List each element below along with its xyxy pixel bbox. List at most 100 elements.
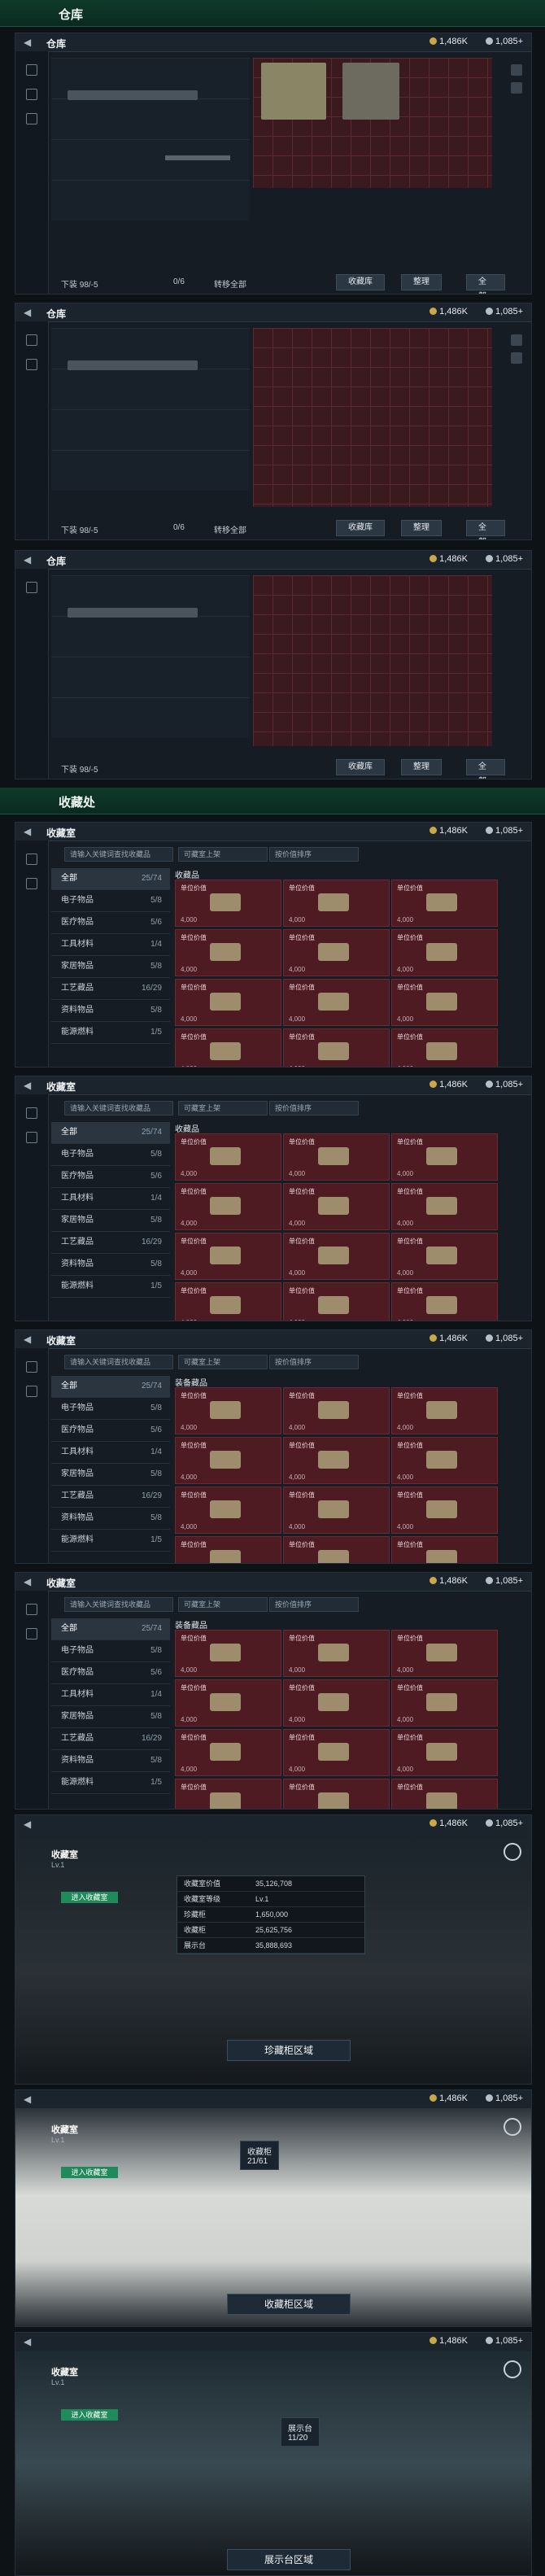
collectible-cell[interactable]: 单位价值4,000	[175, 1233, 281, 1280]
collectible-cell[interactable]: 单位价值4,000	[283, 1779, 390, 1809]
area-button[interactable]: 收藏柜区域	[227, 2294, 351, 2315]
collectible-cell[interactable]: 单位价值4,000	[283, 1679, 390, 1727]
sort-button[interactable]: 整理	[401, 759, 442, 775]
category-item[interactable]: 医疗物品 5/6	[51, 912, 170, 934]
armor-icon[interactable]	[261, 63, 326, 120]
collectible-cell[interactable]: 单位价值4,000	[391, 1133, 498, 1181]
collection-tab-icon[interactable]	[26, 1361, 37, 1373]
all-button[interactable]: 全部	[466, 274, 505, 294]
category-item[interactable]: 能源燃料 1/5	[51, 1530, 170, 1552]
pistol-icon[interactable]	[165, 155, 230, 160]
all-button[interactable]: 全部	[466, 759, 505, 779]
filter-select[interactable]: 可藏室上架	[178, 1355, 268, 1369]
category-item[interactable]: 医疗物品 5/6	[51, 1420, 170, 1442]
category-item[interactable]: 电子物品 5/8	[51, 890, 170, 912]
enter-room-button[interactable]: 进入收藏室	[61, 2167, 118, 2178]
category-item[interactable]: 资料物品 5/8	[51, 1750, 170, 1772]
filter-select[interactable]: 可藏室上架	[178, 1101, 268, 1116]
collectible-cell[interactable]: 单位价值4,000	[283, 1437, 390, 1484]
helmet-tab-icon[interactable]	[26, 359, 37, 370]
back-icon[interactable]: ◀	[24, 1080, 31, 1091]
collectible-cell[interactable]: 单位价值4,000	[283, 1028, 390, 1067]
collectible-cell[interactable]: 单位价值4,000	[391, 1387, 498, 1434]
all-button[interactable]: 全部	[466, 520, 505, 539]
collectible-cell[interactable]: 单位价值4,000	[283, 880, 390, 927]
collectible-cell[interactable]: 单位价值4,000	[175, 1536, 281, 1563]
search-input[interactable]: 请输入关键词查找收藏品	[64, 1355, 173, 1369]
category-item[interactable]: 全部 25/74	[51, 1122, 170, 1144]
inventory-grid[interactable]	[253, 328, 492, 507]
collectible-cell[interactable]: 单位价值4,000	[283, 1233, 390, 1280]
camera-icon[interactable]	[511, 334, 522, 346]
collectible-cell[interactable]: 单位价值4,000	[391, 1536, 498, 1563]
gun-tab-icon[interactable]	[26, 64, 37, 76]
collectible-cell[interactable]: 单位价值4,000	[391, 1282, 498, 1321]
collectible-cell[interactable]: 单位价值4,000	[391, 1183, 498, 1230]
back-icon[interactable]: ◀	[24, 1818, 31, 1830]
category-item[interactable]: 全部 25/74	[51, 868, 170, 890]
collectible-cell[interactable]: 单位价值4,000	[175, 1282, 281, 1321]
search-input[interactable]: 请输入关键词查找收藏品	[64, 1101, 173, 1116]
sort-select[interactable]: 按价值排序	[269, 847, 359, 862]
settings-icon[interactable]	[504, 2360, 521, 2378]
category-item[interactable]: 工具材料 1/4	[51, 1684, 170, 1706]
category-item[interactable]: 电子物品 5/8	[51, 1640, 170, 1662]
bag-tab-icon[interactable]	[26, 113, 37, 124]
category-item[interactable]: 工艺藏品 16/29	[51, 978, 170, 1000]
settings-icon[interactable]	[504, 1843, 521, 1861]
collectible-cell[interactable]: 单位价值4,000	[283, 1282, 390, 1321]
collectible-cell[interactable]: 单位价值4,000	[391, 1437, 498, 1484]
collectible-cell[interactable]: 单位价值4,000	[175, 1679, 281, 1727]
category-item[interactable]: 能源燃料 1/5	[51, 1772, 170, 1794]
collection-button[interactable]: 收藏库	[336, 759, 385, 775]
collectible-cell[interactable]: 单位价值4,000	[175, 1437, 281, 1484]
gun-tab-icon[interactable]	[26, 582, 37, 593]
helmet-tab-icon[interactable]	[26, 89, 37, 100]
category-item[interactable]: 资料物品 5/8	[51, 1000, 170, 1022]
category-item[interactable]: 工艺藏品 16/29	[51, 1486, 170, 1508]
category-item[interactable]: 家居物品 5/8	[51, 1706, 170, 1728]
collectible-cell[interactable]: 单位价值4,000	[391, 1028, 498, 1067]
collectible-cell[interactable]: 单位价值4,000	[175, 979, 281, 1026]
room-tab-icon[interactable]	[26, 1628, 37, 1639]
category-item[interactable]: 资料物品 5/8	[51, 1254, 170, 1276]
category-item[interactable]: 全部 25/74	[51, 1376, 170, 1398]
list-icon[interactable]	[511, 352, 522, 364]
sort-button[interactable]: 整理	[401, 520, 442, 536]
collectible-cell[interactable]: 单位价值4,000	[391, 979, 498, 1026]
settings-icon[interactable]	[504, 2118, 521, 2136]
collectible-cell[interactable]: 单位价值4,000	[391, 1679, 498, 1727]
back-icon[interactable]: ◀	[24, 37, 31, 48]
collectible-cell[interactable]: 单位价值4,000	[175, 880, 281, 927]
back-icon[interactable]: ◀	[24, 2336, 31, 2347]
collection-tab-icon[interactable]	[26, 1107, 37, 1119]
search-input[interactable]: 请输入关键词查找收藏品	[64, 1597, 173, 1612]
rifle-icon[interactable]	[68, 90, 198, 100]
sort-button[interactable]: 整理	[401, 274, 442, 290]
collection-button[interactable]: 收藏库	[336, 520, 385, 536]
cabinet-card[interactable]: 收藏柜 21/61	[240, 2141, 279, 2170]
sort-select[interactable]: 按价值排序	[269, 1597, 359, 1612]
category-item[interactable]: 电子物品 5/8	[51, 1398, 170, 1420]
room-tab-icon[interactable]	[26, 878, 37, 889]
category-item[interactable]: 工具材料 1/4	[51, 1188, 170, 1210]
category-item[interactable]: 工具材料 1/4	[51, 1442, 170, 1464]
area-button[interactable]: 珍藏柜区域	[227, 2040, 351, 2061]
back-icon[interactable]: ◀	[24, 1576, 31, 1587]
category-item[interactable]: 家居物品 5/8	[51, 1210, 170, 1232]
list-icon[interactable]	[511, 82, 522, 94]
category-item[interactable]: 全部 25/74	[51, 1618, 170, 1640]
collectible-cell[interactable]: 单位价值4,000	[391, 1487, 498, 1534]
rifle-icon[interactable]	[68, 360, 198, 370]
collectible-cell[interactable]: 单位价值4,000	[283, 1133, 390, 1181]
collection-tab-icon[interactable]	[26, 1604, 37, 1615]
collectible-cell[interactable]: 单位价值4,000	[283, 1536, 390, 1563]
collectible-cell[interactable]: 单位价值4,000	[391, 1233, 498, 1280]
category-item[interactable]: 工艺藏品 16/29	[51, 1232, 170, 1254]
enter-room-button[interactable]: 进入收藏室	[61, 1892, 118, 1903]
back-icon[interactable]: ◀	[24, 826, 31, 837]
collectible-cell[interactable]: 单位价值4,000	[283, 1729, 390, 1776]
collectible-cell[interactable]: 单位价值4,000	[175, 1729, 281, 1776]
collectible-cell[interactable]: 单位价值4,000	[175, 1630, 281, 1677]
back-icon[interactable]: ◀	[24, 554, 31, 565]
